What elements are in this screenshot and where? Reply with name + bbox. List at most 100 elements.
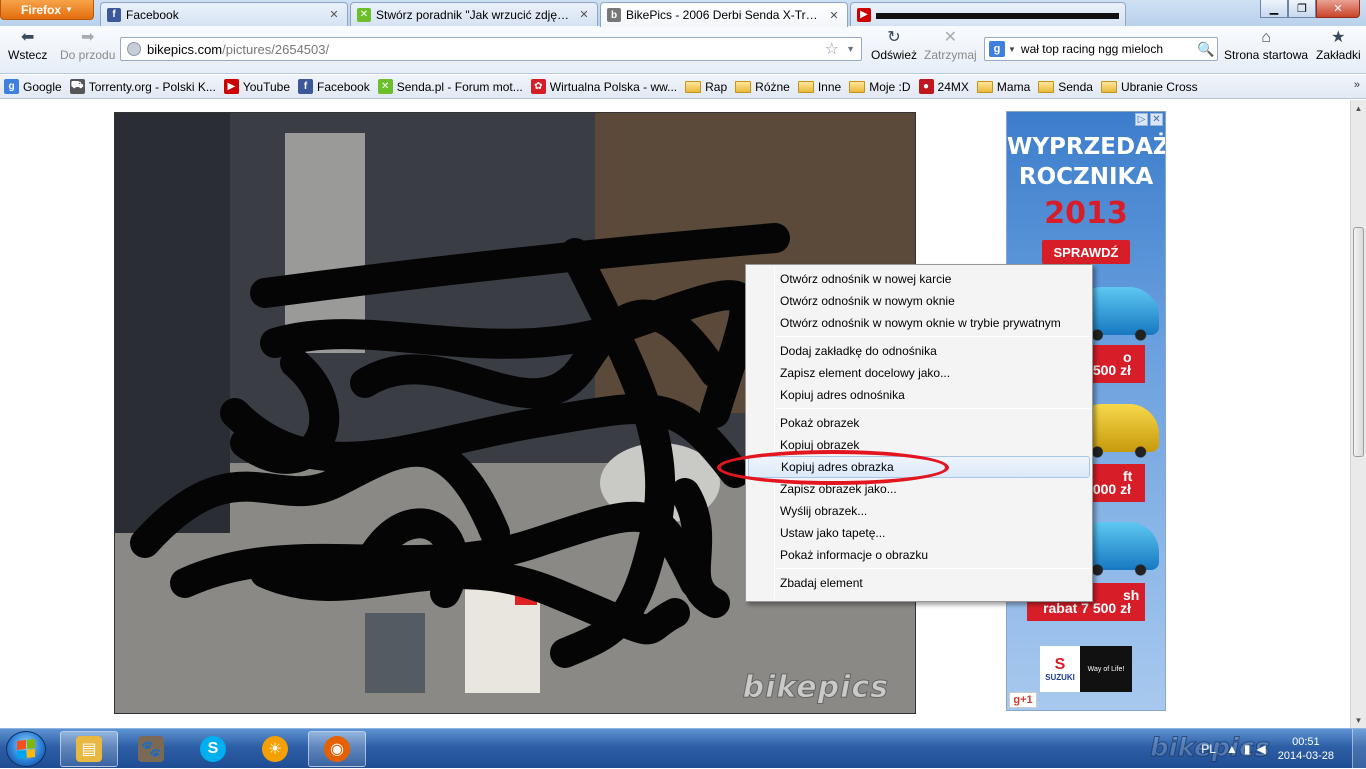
- explorer-icon: ▤: [76, 736, 102, 762]
- suzuki-brand: S SUZUKI: [1040, 646, 1080, 692]
- gimp-taskbar-button[interactable]: 🐾: [122, 731, 180, 767]
- forward-button[interactable]: ➡ Do przodu: [60, 28, 115, 62]
- bookmark-label: Torrenty.org - Polski K...: [88, 79, 216, 94]
- bookmark-torrenty-org-polski-k[interactable]: ⛟ Torrenty.org - Polski K...: [69, 79, 216, 94]
- chevron-down-icon[interactable]: ▼: [1008, 45, 1016, 54]
- bookmark-moje-d[interactable]: Moje :D: [849, 79, 911, 94]
- menu-item-pokaż-obrazek[interactable]: Pokaż obrazek: [748, 412, 1090, 434]
- page-content: bikepics ▷ ✕ WYPRZEDAŻ ROCZNIKA 2013 SPR…: [0, 100, 1350, 728]
- url-bar[interactable]: bikepics.com/pictures/2654503/ ☆ ▼: [120, 37, 862, 61]
- volume-icon[interactable]: ◀: [1256, 742, 1265, 756]
- clock[interactable]: 00:51 2014-03-28: [1278, 735, 1334, 763]
- menu-item-ustaw-jako-tapetę[interactable]: Ustaw jako tapetę...: [748, 522, 1090, 544]
- menu-item-zapisz-obrazek-jako[interactable]: Zapisz obrazek jako...: [748, 478, 1090, 500]
- start-button[interactable]: [6, 731, 46, 767]
- bookmark-senda-pl-forum-mot[interactable]: ✕ Senda.pl - Forum mot...: [377, 79, 523, 94]
- bookmark-facebook[interactable]: f Facebook: [298, 79, 370, 94]
- tab-label-redacted: [876, 12, 1119, 19]
- bookmark-label: Moje :D: [869, 79, 911, 94]
- sun-taskbar-button[interactable]: ☀: [246, 731, 304, 767]
- bookmark-label: Wirtualna Polska - ww...: [549, 79, 678, 94]
- back-button[interactable]: ⬅ Wstecz: [8, 28, 47, 62]
- menu-item-wyślij-obrazek[interactable]: Wyślij obrazek...: [748, 500, 1090, 522]
- windows-logo-icon: [17, 739, 35, 759]
- bookmark-label: 24MX: [937, 79, 969, 94]
- reload-button[interactable]: ↻ Odśwież: [871, 28, 917, 62]
- bookmark-24mx[interactable]: ● 24MX: [918, 79, 969, 94]
- bookmark-ubranie-cross[interactable]: Ubranie Cross: [1100, 80, 1198, 94]
- google-icon[interactable]: g: [989, 41, 1005, 57]
- tray-overflow-icon[interactable]: ▲: [1226, 742, 1238, 756]
- menu-item-otwórz-odnośnik-w-nowym-oknie-w-trybie-prywatnym[interactable]: Otwórz odnośnik w nowym oknie w trybie p…: [748, 312, 1090, 334]
- bookmark-label: Różne: [755, 79, 790, 94]
- chevron-down-icon: ▼: [65, 5, 73, 14]
- search-input[interactable]: wał top racing ngg mieloch: [1021, 42, 1195, 56]
- scroll-thumb[interactable]: [1353, 227, 1364, 457]
- menu-item-kopiuj-adres-odnośnika[interactable]: Kopiuj adres odnośnika: [748, 384, 1090, 406]
- ad-info-icon[interactable]: ▷: [1135, 113, 1148, 126]
- bookmarks-overflow-icon[interactable]: »: [1354, 79, 1360, 91]
- bookmarks-button[interactable]: ★ Zakładki: [1316, 28, 1361, 62]
- tab-youtube[interactable]: ▶: [850, 2, 1126, 26]
- network-icon[interactable]: ▮: [1244, 742, 1251, 756]
- menu-item-zbadaj-element[interactable]: Zbadaj element: [748, 572, 1090, 594]
- bookmark-google[interactable]: g Google: [4, 79, 62, 94]
- close-icon[interactable]: ✕: [577, 8, 591, 21]
- tab-facebook[interactable]: f Facebook ✕: [100, 2, 348, 26]
- bookmark-youtube[interactable]: ▶ YouTube: [223, 79, 290, 94]
- close-icon[interactable]: ✕: [1150, 113, 1163, 126]
- menu-item-zapisz-element-docelowy-jako[interactable]: Zapisz element docelowy jako...: [748, 362, 1090, 384]
- bookmark-wirtualna-polska-ww[interactable]: ✿ Wirtualna Polska - ww...: [530, 79, 678, 94]
- senda-icon: ✕: [377, 79, 393, 94]
- search-icon[interactable]: 🔍: [1195, 41, 1217, 58]
- scroll-down-icon[interactable]: ▼: [1351, 712, 1366, 728]
- suzuki-label: SUZUKI: [1045, 672, 1075, 682]
- bookmark-label: Facebook: [317, 79, 370, 94]
- ad-year: 2013: [1044, 196, 1128, 231]
- torrent-icon: ⛟: [69, 79, 85, 94]
- menu-item-kopiuj-adres-obrazka[interactable]: Kopiuj adres obrazka: [748, 456, 1090, 478]
- explorer-taskbar-button[interactable]: ▤: [60, 731, 118, 767]
- stop-button[interactable]: ✕ Zatrzymaj: [924, 28, 977, 62]
- chevron-down-icon[interactable]: ▼: [846, 44, 855, 54]
- firefox-icon: ◉: [324, 736, 350, 762]
- close-window-icon[interactable]: ✕: [1316, 0, 1360, 18]
- bookmark-rap[interactable]: Rap: [685, 80, 727, 94]
- google-plus-button[interactable]: g+1: [1009, 692, 1037, 708]
- firefox-taskbar-button[interactable]: ◉: [308, 731, 366, 767]
- menu-item-pokaż-informacje-o-obrazku[interactable]: Pokaż informacje o obrazku: [748, 544, 1090, 566]
- minimize-icon[interactable]: ▁: [1260, 0, 1288, 18]
- ad-cta-button[interactable]: SPRAWDŹ: [1042, 240, 1130, 264]
- system-tray: PL ▲ ▮ ◀ 00:51 2014-03-28: [1201, 729, 1366, 769]
- navigation-toolbar: ⬅ Wstecz ➡ Do przodu bikepics.com/pictur…: [0, 26, 1366, 74]
- bookmark-mama[interactable]: Mama: [976, 80, 1030, 94]
- search-box[interactable]: g ▼ wał top racing ngg mieloch 🔍: [984, 37, 1218, 61]
- menu-item-kopiuj-obrazek[interactable]: Kopiuj obrazek: [748, 434, 1090, 456]
- menu-separator: [776, 408, 1090, 409]
- ad-price-prefix: ft: [1123, 468, 1133, 484]
- language-indicator[interactable]: PL: [1201, 742, 1216, 756]
- menu-item-dodaj-zakładkę-do-odnośnika[interactable]: Dodaj zakładkę do odnośnika: [748, 340, 1090, 362]
- scroll-up-icon[interactable]: ▲: [1351, 100, 1366, 116]
- close-icon[interactable]: ✕: [827, 9, 841, 22]
- bookmark-star-icon[interactable]: ☆: [825, 39, 839, 59]
- bookmarks-bar: g Google ⛟ Torrenty.org - Polski K... ▶ YouTu…: [0, 75, 1366, 99]
- tray-icons: ▲ ▮ ◀: [1226, 742, 1266, 756]
- taskbar: ▤ 🐾 S ☀ ◉ bikepics PL ▲ ▮ ◀ 00:51 2014-03-28: [0, 728, 1366, 769]
- menu-item-otwórz-odnośnik-w-nowym-oknie[interactable]: Otwórz odnośnik w nowym oknie: [748, 290, 1090, 312]
- tab-bikepics[interactable]: b BikePics - 2006 Derbi Senda X-Treme ..…: [600, 2, 848, 27]
- home-button[interactable]: ⌂ Strona startowa: [1224, 28, 1308, 62]
- bookmark-senda[interactable]: Senda: [1038, 80, 1093, 94]
- folder-icon: [976, 80, 993, 93]
- close-icon[interactable]: ✕: [327, 8, 341, 21]
- maximize-icon[interactable]: ❐: [1288, 0, 1316, 18]
- site-identity-icon[interactable]: [127, 42, 141, 56]
- skype-taskbar-button[interactable]: S: [184, 731, 242, 767]
- show-desktop-button[interactable]: [1352, 729, 1366, 769]
- menu-item-otwórz-odnośnik-w-nowej-karcie[interactable]: Otwórz odnośnik w nowej karcie: [748, 268, 1090, 290]
- bookmark-różne[interactable]: Różne: [735, 80, 790, 94]
- tab-senda-forum[interactable]: ✕ Stwórz poradnik "Jak wrzucić zdjęcie .…: [350, 2, 598, 26]
- firefox-menu-button[interactable]: Firefox ▼: [0, 0, 94, 20]
- vertical-scrollbar[interactable]: ▲ ▼: [1350, 100, 1366, 728]
- bookmark-inne[interactable]: Inne: [797, 80, 841, 94]
